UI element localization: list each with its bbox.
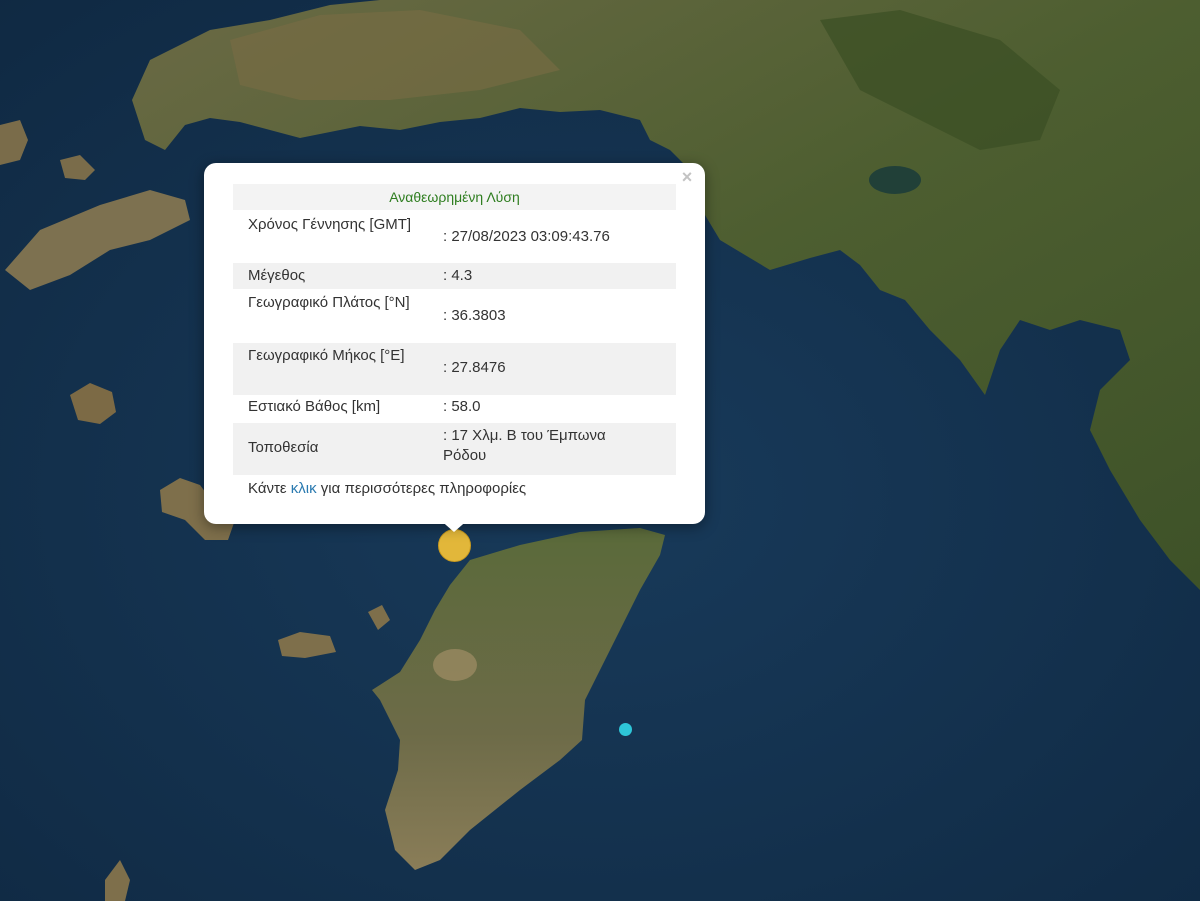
row-label: Χρόνος Γέννησης [GMT] [248,216,412,233]
row-label: Γεωγραφικό Πλάτος [°N] [248,294,410,311]
footer-suffix: για περισσότερες πληροφορίες [316,480,527,497]
row-label: Εστιακό Βάθος [km] [248,398,381,415]
row-value: : 27/08/2023 03:09:43.76 [443,228,610,245]
earthquake-marker[interactable] [438,529,471,562]
row-depth: Εστιακό Βάθος [km] : 58.0 [233,397,676,423]
row-longitude: Γεωγραφικό Μήκος [°E] : 27.8476 [233,343,676,395]
row-value: : 4.3 [443,267,473,284]
secondary-earthquake-marker[interactable] [619,723,632,736]
more-info-link[interactable]: κλικ [291,480,317,497]
row-value: : 58.0 [443,398,481,415]
row-magnitude: Μέγεθος : 4.3 [233,263,676,289]
more-info-text: Κάντε κλικ για περισσότερες πληροφορίες [248,479,526,499]
close-icon[interactable]: × [677,167,697,187]
rhodes-mountain [433,649,477,681]
row-location: Τοποθεσία : 17 Χλμ. Β του Έμπωνα Ρόδου [233,423,676,475]
row-label: Τοποθεσία [248,439,319,456]
row-origin-time: Χρόνος Γέννησης [GMT] : 27/08/2023 03:09… [233,215,676,261]
inland-lake [869,166,921,194]
earthquake-info-popup: × Αναθεωρημένη Λύση Χρόνος Γέννησης [GMT… [204,163,705,524]
row-label: Γεωγραφικό Μήκος [°E] [248,347,405,364]
row-latitude: Γεωγραφικό Πλάτος [°N] : 36.3803 [233,291,676,341]
row-value: : 27.8476 [443,359,506,376]
footer-prefix: Κάντε [248,480,291,497]
row-value: : 17 Χλμ. Β του Έμπωνα Ρόδου [443,427,606,464]
row-label: Μέγεθος [248,267,306,284]
row-value: : 36.3803 [443,307,506,324]
popup-title: Αναθεωρημένη Λύση [233,184,676,210]
popup-pointer [438,518,470,532]
